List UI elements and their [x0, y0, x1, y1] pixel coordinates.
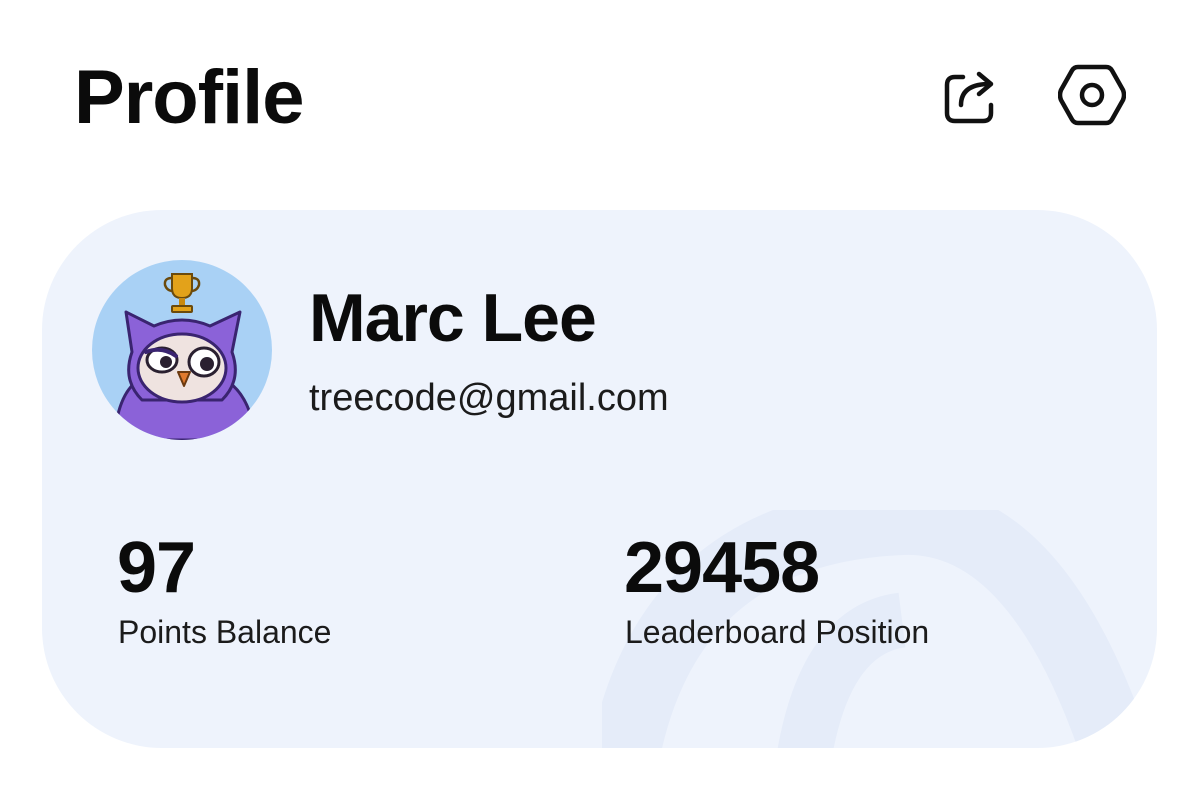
share-button[interactable] [936, 60, 1006, 130]
leaderboard-position-label: Leaderboard Position [625, 614, 930, 650]
avatar[interactable] [92, 260, 272, 440]
owl-avatar-icon [112, 273, 258, 440]
trophy-icon [163, 273, 201, 313]
profile-name: Marc Lee [309, 280, 597, 356]
settings-icon [1058, 64, 1126, 126]
points-balance-value: 97 [117, 528, 196, 608]
profile-card: Marc Lee treecode@gmail.com 97 Points Ba… [42, 210, 1157, 748]
profile-screen: Profile Marc Lee treecode@gmail.com 97 P… [0, 0, 1200, 791]
leaderboard-position-value: 29458 [624, 528, 820, 608]
profile-email: treecode@gmail.com [309, 377, 669, 419]
points-balance-label: Points Balance [118, 614, 332, 650]
settings-button[interactable] [1057, 60, 1127, 130]
share-icon [944, 71, 994, 124]
page-title: Profile [74, 55, 304, 140]
